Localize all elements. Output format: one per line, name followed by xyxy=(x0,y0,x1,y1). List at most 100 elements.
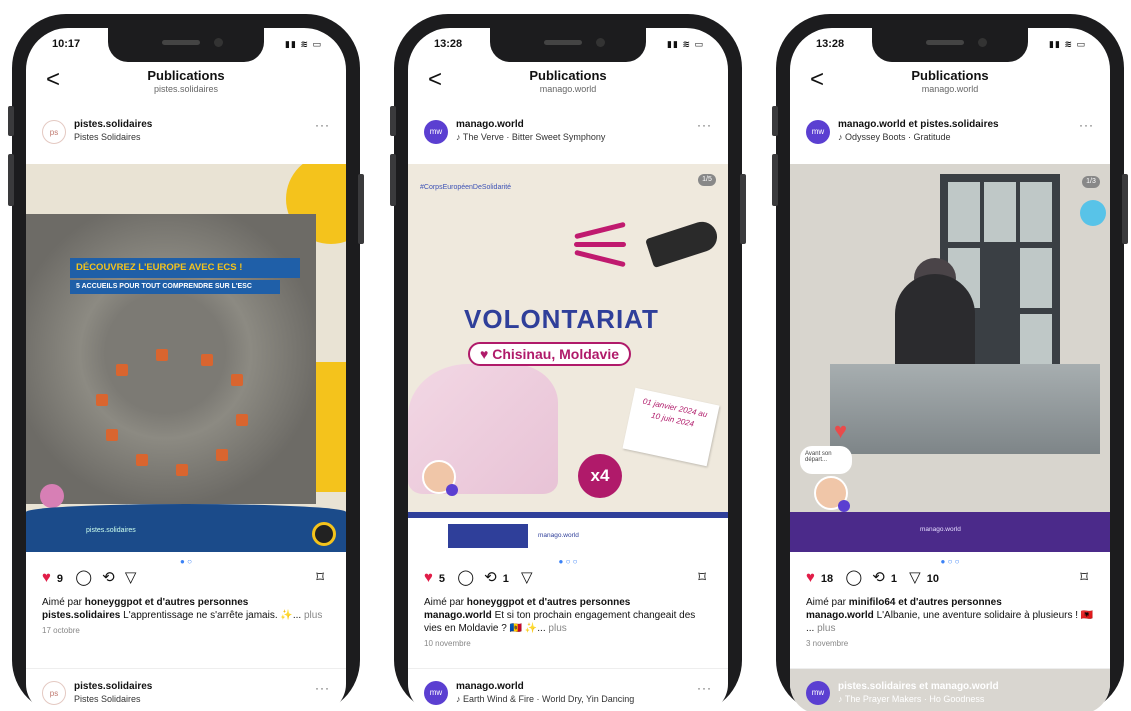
notch xyxy=(108,28,264,62)
avatar[interactable]: mw xyxy=(424,120,448,144)
post-media[interactable]: 1/3 ♥ Avant son départ... manago.world xyxy=(790,164,1110,552)
liked-by-user[interactable]: honeyggpot xyxy=(85,597,142,608)
table-photo xyxy=(830,364,1100,454)
nav-bar: < Publications pistes.solidaires xyxy=(26,64,346,108)
signal-wifi-battery-icon: ▮▮ ≋ ▭ xyxy=(667,39,704,49)
caption-user[interactable]: pistes.solidaires xyxy=(42,610,120,621)
avatar[interactable]: ps xyxy=(42,120,66,144)
post-handle[interactable]: pistes.solidaires xyxy=(74,119,152,130)
media-footer-text: manago.world xyxy=(538,532,579,539)
back-icon[interactable]: < xyxy=(428,68,442,92)
heart-icon[interactable]: ♥ xyxy=(806,569,815,586)
phone-screen: 13:28 ▮▮ ≋ ▭ < Publications manago.world… xyxy=(408,28,728,711)
post-handle[interactable]: pistes.solidaires et manago.world xyxy=(838,681,999,692)
more-horizontal-icon[interactable]: ··· xyxy=(315,118,330,132)
media-count-badge: x4 xyxy=(578,454,622,498)
post-handle[interactable]: manago.world xyxy=(456,119,524,130)
phone-screen: 13:28 ▮▮ ≋ ▭ < Publications manago.world… xyxy=(790,28,1110,711)
carousel-dots: ● ○ ○ xyxy=(940,557,960,566)
status-time: 13:28 xyxy=(816,38,845,50)
post-media[interactable]: #CorpsEuropéenDeSolidarité 1/5 VOLONTARI… xyxy=(408,164,728,552)
comment-icon[interactable]: ◯ xyxy=(845,569,862,586)
repost-icon[interactable]: ⟲ xyxy=(872,569,885,586)
caption-more-link[interactable]: plus xyxy=(548,623,566,634)
post-header: mw manago.world et pistes.solidaires ♪ O… xyxy=(790,114,1110,160)
like-count: 9 xyxy=(56,573,64,585)
send-icon[interactable]: ▽ xyxy=(909,569,921,586)
repost-icon[interactable]: ⟲ xyxy=(102,569,115,586)
nav-bar: < Publications manago.world xyxy=(790,64,1110,108)
page-subtitle: pistes.solidaires xyxy=(153,84,219,94)
more-horizontal-icon[interactable]: ··· xyxy=(697,681,712,695)
media-footer-text: pistes.solidaires xyxy=(86,527,136,534)
post-handle[interactable]: manago.world xyxy=(456,681,524,692)
carousel-counter-badge: 1/5 xyxy=(698,174,716,186)
post-handle[interactable]: manago.world et pistes.solidaires xyxy=(838,119,999,130)
avatar[interactable]: mw xyxy=(424,681,448,705)
caption-user[interactable]: manago.world xyxy=(806,610,874,621)
liked-by-label: Aimé par xyxy=(42,597,83,608)
liked-by-others[interactable]: et d'autres personnes xyxy=(145,597,249,608)
media-footer-text: manago.world xyxy=(920,526,961,533)
heart-icon[interactable]: ♥ xyxy=(42,569,51,586)
post-meta[interactable]: ♪ Odyssey Boots · Gratitude xyxy=(838,132,951,142)
next-post-header: ps pistes.solidaires Pistes Solidaires ·… xyxy=(26,668,346,711)
like-count: 18 xyxy=(820,573,834,585)
nav-bar: < Publications manago.world xyxy=(408,64,728,108)
carousel-dots: ● ○ xyxy=(180,557,192,566)
back-icon[interactable]: < xyxy=(46,68,60,92)
bookmark-icon[interactable]: ⌑ xyxy=(698,568,706,586)
caption-more-link[interactable]: plus xyxy=(817,623,835,634)
avatar[interactable]: mw xyxy=(806,120,830,144)
caption-user[interactable]: manago.world xyxy=(424,610,492,621)
phone-side-button xyxy=(1122,174,1128,244)
page-title: Publications xyxy=(911,68,989,83)
send-icon[interactable]: ▽ xyxy=(125,569,137,586)
avatar[interactable]: ps xyxy=(42,681,66,705)
carousel-dots: ● ○ ○ xyxy=(558,557,578,566)
post-header: mw manago.world ♪ The Verve · Bitter Swe… xyxy=(408,114,728,160)
media-hashtag: #CorpsEuropéenDeSolidarité xyxy=(420,184,512,191)
media-headline: VOLONTARIAT xyxy=(464,304,659,334)
send-count: 10 xyxy=(926,573,939,585)
notch xyxy=(872,28,1028,62)
liked-by-others[interactable]: et d'autres personnes xyxy=(898,597,1002,608)
phone-2: 13:28 ▮▮ ≋ ▭ < Publications manago.world… xyxy=(390,14,746,711)
comment-icon[interactable]: ◯ xyxy=(75,569,92,586)
post-meta[interactable]: ♪ Earth Wind & Fire · World Dry, Yin Dan… xyxy=(456,694,634,704)
decorative-shape xyxy=(40,484,64,508)
bookmark-icon[interactable]: ⌑ xyxy=(316,568,324,586)
bookmark-icon[interactable]: ⌑ xyxy=(1080,568,1088,586)
post-media[interactable]: DÉCOUVREZ L'EUROPE AVEC ECS ! 5 ACCUEILS… xyxy=(26,164,346,552)
back-icon[interactable]: < xyxy=(810,68,824,92)
post-handle[interactable]: pistes.solidaires xyxy=(74,681,152,692)
phone-side-button xyxy=(358,174,364,244)
page-subtitle: manago.world xyxy=(921,84,979,94)
post-actions: ♥ 5 ◯ ⟲ 1 ▽ ⌑ xyxy=(424,568,712,590)
liked-by-others[interactable]: et d'autres personnes xyxy=(527,597,631,608)
post-caption: Aimé par minifilo64 et d'autres personne… xyxy=(806,596,1096,650)
post-meta[interactable]: ♪ The Prayer Makers · Ho Goodness xyxy=(838,694,984,704)
decorative-shape xyxy=(1080,200,1106,226)
signal-wifi-battery-icon: ▮▮ ≋ ▭ xyxy=(285,39,322,49)
media-footer: manago.world xyxy=(790,512,1110,552)
repost-icon[interactable]: ⟲ xyxy=(484,569,497,586)
phone-side-button xyxy=(772,106,778,136)
more-horizontal-icon[interactable]: ··· xyxy=(1079,118,1094,132)
page-title: Publications xyxy=(147,68,225,83)
liked-by-user[interactable]: minifilo64 xyxy=(849,597,896,608)
logo-icon xyxy=(312,522,336,546)
send-icon[interactable]: ▽ xyxy=(521,569,533,586)
caption-text: L'apprentissage ne s'arrête jamais. ✨... xyxy=(123,610,302,621)
caption-more-link[interactable]: plus xyxy=(304,610,322,621)
post-meta: Pistes Solidaires xyxy=(74,694,141,704)
comment-icon[interactable]: ◯ xyxy=(457,569,474,586)
heart-icon[interactable]: ♥ xyxy=(424,569,433,586)
post-meta[interactable]: ♪ The Verve · Bitter Sweet Symphony xyxy=(456,132,605,142)
media-footer: pistes.solidaires xyxy=(26,504,346,552)
liked-by-user[interactable]: honeyggpot xyxy=(467,597,524,608)
avatar[interactable]: mw xyxy=(806,681,830,705)
more-horizontal-icon[interactable]: ··· xyxy=(697,118,712,132)
page-subtitle: manago.world xyxy=(539,84,597,94)
more-horizontal-icon[interactable]: ··· xyxy=(315,681,330,695)
